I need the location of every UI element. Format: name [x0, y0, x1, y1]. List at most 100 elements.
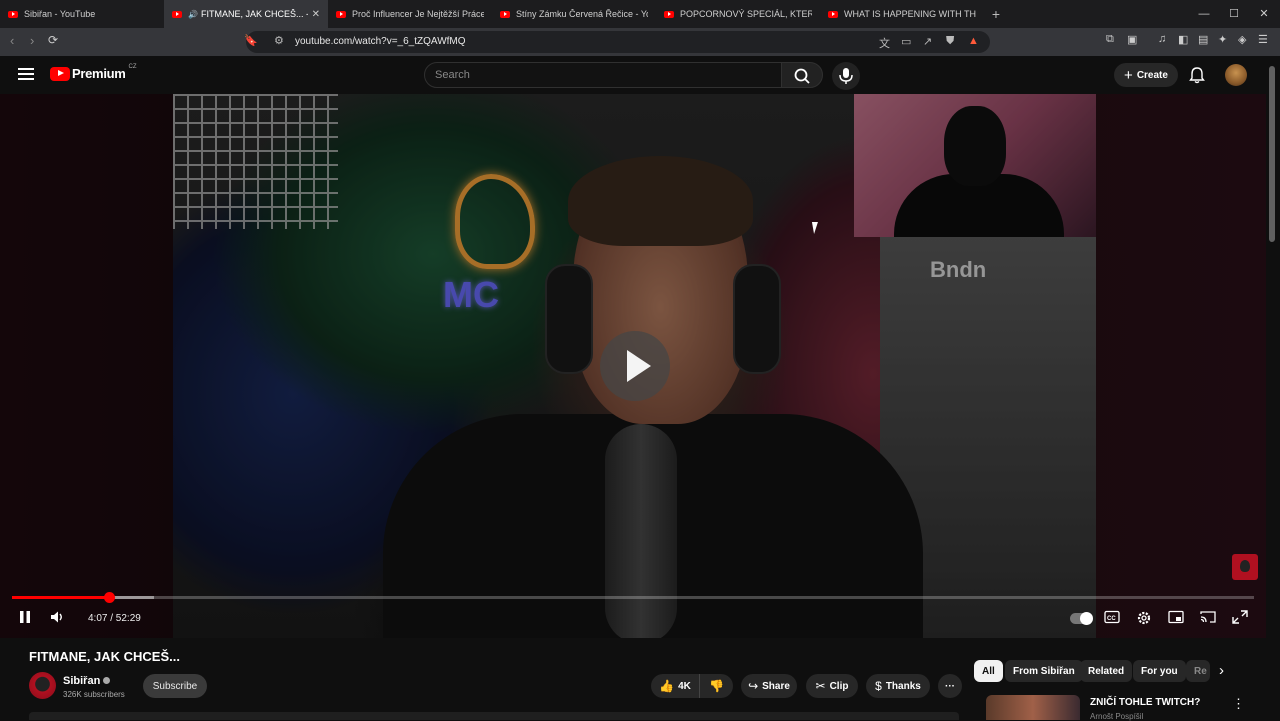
browser-tab[interactable]: POPCORNOVÝ SPECIÁL, KTERÝ JE NEJ...: [656, 0, 820, 28]
youtube-favicon-icon: [664, 10, 674, 18]
address-toolbar: ‹ › ⟳ 🔖 ⚙ youtube.com/watch?v=_6_tZQAWfM…: [0, 28, 1280, 56]
big-play-button[interactable]: [600, 331, 670, 401]
progress-played: [12, 596, 110, 599]
chip-for-you[interactable]: For you: [1133, 660, 1186, 682]
progress-bar[interactable]: [12, 592, 1254, 603]
chip-from-channel[interactable]: From Sibiřan: [1005, 660, 1083, 682]
related-title[interactable]: ZNIČÍ TOHLE TWITCH?: [1090, 697, 1200, 708]
shield-icon[interactable]: ⛊: [946, 35, 954, 48]
channel-name-text[interactable]: Sibiřan: [63, 675, 100, 687]
related-thumbnail[interactable]: [986, 695, 1080, 720]
bookmark-icon[interactable]: 🔖: [244, 34, 258, 47]
clip-button[interactable]: ✂ Clip: [806, 674, 858, 698]
like-count: 4K: [678, 680, 691, 692]
related-more-icon[interactable]: ⋮: [1232, 696, 1245, 712]
microphone-icon: [839, 68, 853, 84]
search-input[interactable]: [425, 63, 745, 87]
cast-icon: [1200, 611, 1216, 623]
miniplayer-icon: [1168, 610, 1184, 624]
guide-menu-icon[interactable]: [18, 68, 34, 80]
settings-button[interactable]: [1136, 610, 1152, 629]
browser-tab[interactable]: WHAT IS HAPPENING WITH THE USA: [820, 0, 984, 28]
super-thanks-icon: $: [875, 679, 882, 693]
voice-search-button[interactable]: [832, 62, 860, 90]
fullscreen-button[interactable]: [1232, 610, 1248, 627]
channel-avatar[interactable]: [29, 672, 56, 699]
svg-text:CC: CC: [1107, 616, 1116, 622]
channel-name[interactable]: Sibiřan: [63, 675, 111, 687]
back-icon[interactable]: ‹: [10, 33, 14, 48]
verified-icon: [103, 677, 111, 684]
tab-title: FITMANE, JAK CHCEŠ... - YouTube: [200, 9, 308, 19]
close-window-button[interactable]: ✕: [1248, 0, 1280, 28]
chip-all[interactable]: All: [974, 660, 1003, 682]
translate-icon[interactable]: 文: [879, 35, 890, 51]
chevron-right-icon[interactable]: ›: [1219, 662, 1224, 679]
brave-rewards-icon[interactable]: ▲: [968, 35, 979, 47]
thumbs-up-icon: 👍: [659, 679, 675, 693]
chip-recent[interactable]: Re: [1186, 660, 1210, 682]
forward-icon[interactable]: ›: [30, 33, 34, 48]
sidebar-icon[interactable]: ◧: [1178, 33, 1188, 46]
browser-tab[interactable]: Sibiřan - YouTube: [0, 0, 164, 28]
youtube-premium-logo[interactable]: Premium CZ: [50, 63, 137, 81]
extensions-icon[interactable]: ⧉: [1106, 33, 1114, 46]
subtitles-button[interactable]: CC: [1104, 610, 1120, 627]
volume-icon: [51, 611, 62, 623]
tab-title: Stíny Zámku Červená Řečice - YouTube: [516, 9, 648, 19]
youtube-favicon-icon: [336, 10, 346, 18]
tab-title: POPCORNOVÝ SPECIÁL, KTERÝ JE NEJ...: [680, 9, 812, 19]
browser-tab[interactable]: Stíny Zámku Červená Řečice - YouTube: [492, 0, 656, 28]
video-player[interactable]: MC Bndn 4:07 / 52:29 CC: [0, 94, 1266, 638]
vpn-icon[interactable]: ◈: [1238, 33, 1246, 46]
pause-button[interactable]: [18, 610, 32, 627]
reader-icon[interactable]: ▤: [1198, 33, 1208, 46]
create-button[interactable]: + Create: [1114, 63, 1178, 87]
music-icon[interactable]: ♫: [1158, 33, 1166, 45]
search-button[interactable]: [781, 62, 823, 88]
leo-ai-icon[interactable]: ✦: [1218, 33, 1227, 46]
tab-title: Proč Influencer Je Nejtěžší Práce? - You…: [352, 9, 484, 19]
reload-icon[interactable]: ⟳: [48, 33, 58, 47]
minimize-button[interactable]: —: [1188, 0, 1220, 28]
tab-title: WHAT IS HAPPENING WITH THE USA: [844, 9, 976, 19]
thanks-button[interactable]: $ Thanks: [866, 674, 930, 698]
youtube-logo-icon: [50, 66, 70, 81]
miniplayer-button[interactable]: [1168, 610, 1184, 627]
browser-tab[interactable]: Proč Influencer Je Nejtěžší Práce? - You…: [328, 0, 492, 28]
dislike-button[interactable]: 👎: [699, 674, 733, 698]
tab-title: Sibiřan - YouTube: [24, 9, 96, 19]
channel-watermark[interactable]: [1232, 554, 1258, 580]
notifications-button[interactable]: [1188, 66, 1206, 89]
new-tab-button[interactable]: +: [984, 6, 1008, 22]
gear-icon: [1137, 611, 1151, 625]
account-avatar[interactable]: [1225, 64, 1247, 86]
mute-button[interactable]: [50, 610, 66, 627]
tab-close-icon[interactable]: ✕: [312, 9, 320, 20]
fullscreen-icon: [1232, 610, 1248, 624]
autoplay-toggle[interactable]: [1070, 612, 1093, 625]
scissors-icon: ✂: [815, 679, 826, 693]
browser-tab-active[interactable]: 🔊 FITMANE, JAK CHCEŠ... - YouTube ✕: [164, 0, 328, 28]
wallet-icon[interactable]: ▣: [1127, 33, 1137, 46]
youtube-favicon-icon: [8, 10, 18, 18]
thanks-label: Thanks: [885, 680, 921, 692]
chip-related[interactable]: Related: [1080, 660, 1133, 682]
url-text[interactable]: youtube.com/watch?v=_6_tZQAWfMQ: [295, 36, 466, 47]
share-button[interactable]: ↪ Share: [741, 674, 797, 698]
scrollbar-thumb[interactable]: [1269, 66, 1275, 242]
page-scrollbar[interactable]: [1268, 56, 1276, 720]
subscribe-button[interactable]: Subscribe: [143, 674, 207, 698]
description-box[interactable]: [29, 712, 959, 720]
url-bar[interactable]: 🔖 ⚙ youtube.com/watch?v=_6_tZQAWfMQ 文 ▭ …: [244, 31, 990, 53]
menu-icon[interactable]: ☰: [1258, 33, 1268, 46]
cast-button[interactable]: [1200, 610, 1216, 627]
site-info-icon[interactable]: ⚙: [274, 34, 284, 47]
logo-country: CZ: [128, 63, 137, 70]
share-page-icon[interactable]: ↗: [923, 35, 932, 48]
like-button[interactable]: 👍 4K: [651, 674, 699, 698]
more-actions-button[interactable]: ···: [938, 674, 962, 698]
maximize-button[interactable]: ☐: [1218, 0, 1250, 28]
window-icon[interactable]: ▭: [901, 35, 911, 48]
speaker-icon[interactable]: 🔊: [188, 10, 198, 19]
